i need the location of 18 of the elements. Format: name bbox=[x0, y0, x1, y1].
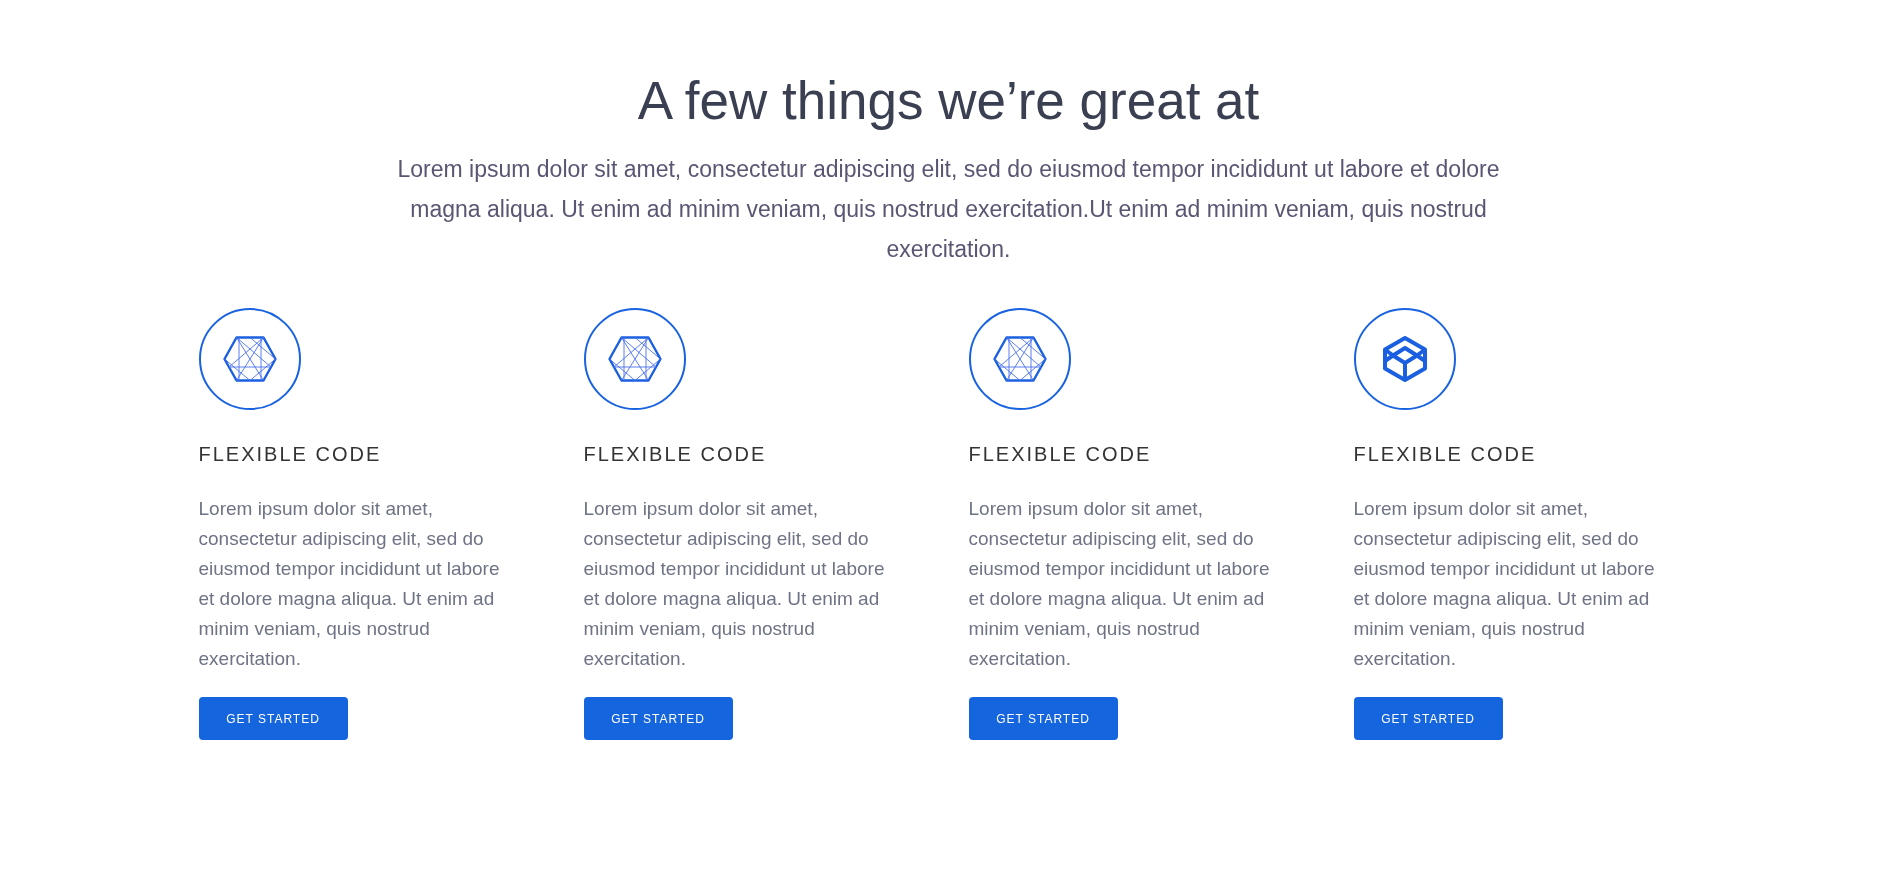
get-started-button[interactable]: GET STARTED bbox=[968, 697, 1118, 740]
feature-title: FLEXIBLE CODE bbox=[968, 442, 1152, 467]
feature-description: Lorem ipsum dolor sit amet, consectetur adipiscing elit, sed do eiusmod tempor incididunt ut labore et dolore magna aliqua. Ut enim ad minim veniam, quis nostrud exercitation. bbox=[583, 497, 886, 671]
feature-description: Lorem ipsum dolor sit amet, consectetur adipiscing elit, sed do eiusmod tempor incididunt ut labore et dolore magna aliqua. Ut enim ad minim veniam, quis nostrud exercitation. bbox=[198, 497, 501, 671]
feature-title: FLEXIBLE CODE bbox=[1353, 442, 1537, 467]
wireframe-hexagon-icon bbox=[992, 336, 1047, 382]
feature-title: FLEXIBLE CODE bbox=[198, 442, 382, 467]
feature-title: FLEXIBLE CODE bbox=[583, 442, 767, 467]
section-intro: Lorem ipsum dolor sit amet, consectetur adipiscing elit, sed do eiusmod tempor incididunt ut labore et dolore magna aliqua. Ut enim ad minim veniam, quis nostrud exercitation.Ut enim ad minim veniam, quis nostrud exercitation. bbox=[396, 155, 1501, 264]
get-started-button[interactable]: GET STARTED bbox=[198, 697, 348, 740]
cube-icon bbox=[1380, 335, 1429, 383]
feature-description: Lorem ipsum dolor sit amet, consectetur adipiscing elit, sed do eiusmod tempor incididunt ut labore et dolore magna aliqua. Ut enim ad minim veniam, quis nostrud exercitation. bbox=[1353, 497, 1656, 671]
get-started-button[interactable]: GET STARTED bbox=[1353, 697, 1503, 740]
feature-description: Lorem ipsum dolor sit amet, consectetur adipiscing elit, sed do eiusmod tempor incididunt ut labore et dolore magna aliqua. Ut enim ad minim veniam, quis nostrud exercitation. bbox=[968, 497, 1271, 671]
get-started-button[interactable]: GET STARTED bbox=[583, 697, 733, 740]
section-heading: A few things we’re great at bbox=[637, 70, 1260, 132]
wireframe-hexagon-icon bbox=[607, 336, 662, 382]
wireframe-hexagon-icon bbox=[222, 336, 277, 382]
